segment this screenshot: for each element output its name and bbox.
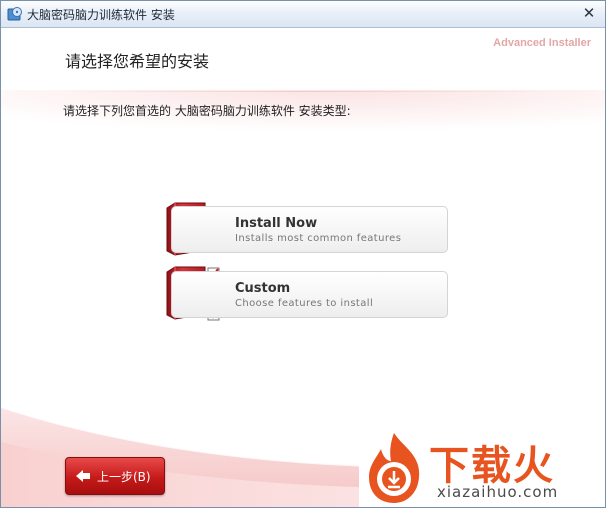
watermark-url: xiazaihuo.com — [437, 483, 559, 501]
option-install-now[interactable]: Install Now Installs most common feature… — [171, 206, 448, 253]
page-title: 请选择您希望的安装 — [65, 52, 210, 71]
option-install-now-subtitle: Installs most common features — [235, 233, 402, 244]
option-custom-subtitle: Choose features to install — [235, 298, 374, 309]
brand-label: Advanced Installer — [493, 37, 591, 49]
fire-logo-icon — [369, 433, 420, 503]
option-install-now-title: Install Now — [235, 216, 318, 231]
header-divider — [61, 91, 555, 92]
header-banner: 请选择您希望的安装 Advanced Installer — [1, 28, 605, 90]
title-bar: 大脑密码脑力训练软件 安装 ✕ — [1, 1, 605, 28]
install-type-prompt: 请选择下列您首选的 大脑密码脑力训练软件 安装类型: — [63, 104, 351, 118]
site-watermark: 下载火 xiazaihuo.com — [359, 429, 605, 507]
back-button-label: 上一步(B) — [97, 470, 151, 484]
arrow-left-icon — [76, 470, 90, 482]
window-title: 大脑密码脑力训练软件 安装 — [27, 8, 175, 22]
option-custom[interactable]: Custom Choose features to install — [171, 271, 448, 318]
close-icon: ✕ — [582, 4, 596, 22]
installer-app-icon — [7, 7, 22, 21]
close-button[interactable]: ✕ — [579, 4, 599, 22]
option-custom-title: Custom — [235, 281, 291, 296]
installer-window: 大脑密码脑力训练软件 安装 ✕ 请选择您希望的安装 Advanced Insta… — [0, 0, 606, 508]
back-button[interactable]: 上一步(B) — [65, 457, 165, 495]
